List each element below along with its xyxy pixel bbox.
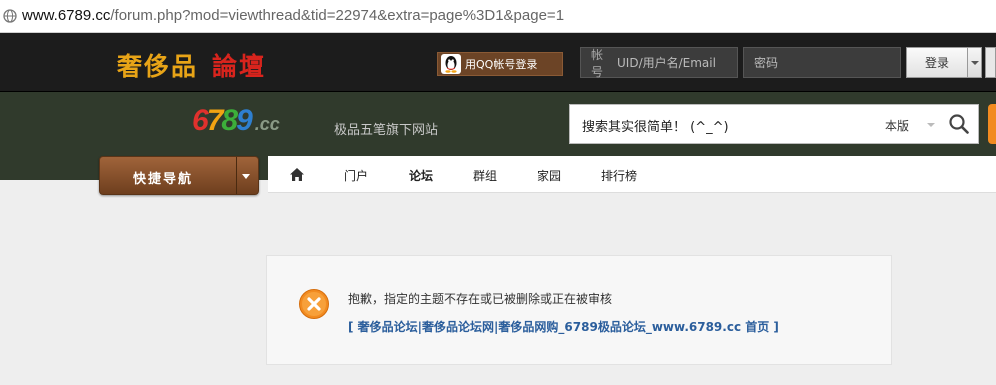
nav-item-groups[interactable]: 群组	[473, 167, 497, 184]
globe-icon	[3, 9, 17, 23]
logo-digit: 8	[221, 104, 238, 137]
quick-nav-button[interactable]: 快捷导航	[99, 156, 259, 195]
nav-item-home[interactable]: 家园	[537, 167, 561, 184]
url-host: www.6789.cc	[22, 7, 111, 24]
main-nav: 门户 论坛 群组 家园 排行榜	[268, 156, 996, 193]
search-scope-select[interactable]: 本版	[885, 117, 909, 134]
password-input[interactable]	[754, 55, 874, 70]
divider	[236, 157, 237, 194]
error-icon	[299, 289, 329, 319]
address-bar[interactable]: www.6789.cc/forum.php?mod=viewthread&tid…	[0, 0, 996, 33]
alert-message-text: 抱歉，指定的主题不存在或已被删除或正在被审核	[348, 292, 613, 306]
qq-login-button[interactable]: 用QQ帐号登录	[437, 52, 563, 76]
nav-item-ranking[interactable]: 排行榜	[601, 167, 637, 184]
search-icon[interactable]	[947, 112, 971, 136]
hot-search-button-partial[interactable]	[988, 104, 996, 144]
url-text[interactable]: www.6789.cc/forum.php?mod=viewthread&tid…	[22, 7, 564, 24]
logo-digit: 6	[192, 104, 209, 137]
username-input[interactable]	[617, 55, 737, 70]
logo-suffix: .cc	[254, 114, 280, 134]
chevron-down-icon[interactable]	[242, 174, 250, 179]
account-label: 帐号	[591, 47, 604, 79]
logo-digit: 9	[236, 104, 253, 137]
site-logo[interactable]: 6789 .cc	[192, 104, 280, 138]
quick-nav-label: 快捷导航	[133, 172, 194, 187]
nav-item-forum[interactable]: 论坛	[409, 167, 433, 184]
site-title-logo[interactable]: 奢侈品 論壇	[117, 47, 266, 83]
username-field[interactable]: 帐号	[580, 47, 738, 79]
logo-digit: 7	[206, 104, 224, 137]
alert-message-box: 抱歉，指定的主题不存在或已被删除或正在被审核 [ 奢侈品论坛|奢侈品论坛网|奢侈…	[266, 255, 892, 365]
register-button-partial[interactable]	[985, 47, 996, 78]
logo-text-part2: 論壇	[212, 52, 267, 81]
search-box[interactable]: 搜索其实很简单！ (^_^) 本版	[569, 104, 979, 144]
logo-text-part1: 奢侈品	[117, 52, 199, 81]
qq-login-label: 用QQ帐号登录	[465, 58, 538, 71]
login-options-dropdown[interactable]	[968, 47, 982, 78]
nav-item-portal[interactable]: 门户	[344, 167, 368, 184]
url-path: /forum.php?mod=viewthread&tid=22974&extr…	[110, 7, 565, 24]
homepage-link[interactable]: [ 奢侈品论坛|奢侈品论坛网|奢侈品网购_6789极品论坛_www.6789.c…	[348, 318, 779, 335]
home-icon[interactable]	[289, 167, 305, 182]
password-field[interactable]	[743, 47, 901, 78]
site-tagline: 极品五笔旗下网站	[334, 123, 439, 138]
chevron-down-icon[interactable]	[927, 123, 935, 127]
qq-penguin-icon	[441, 54, 461, 74]
search-input[interactable]: 搜索其实很简单！ (^_^)	[582, 116, 729, 135]
top-header: 奢侈品論壇 用QQ帐号登录 帐号 登录	[0, 33, 996, 92]
login-button[interactable]: 登录	[906, 47, 968, 78]
